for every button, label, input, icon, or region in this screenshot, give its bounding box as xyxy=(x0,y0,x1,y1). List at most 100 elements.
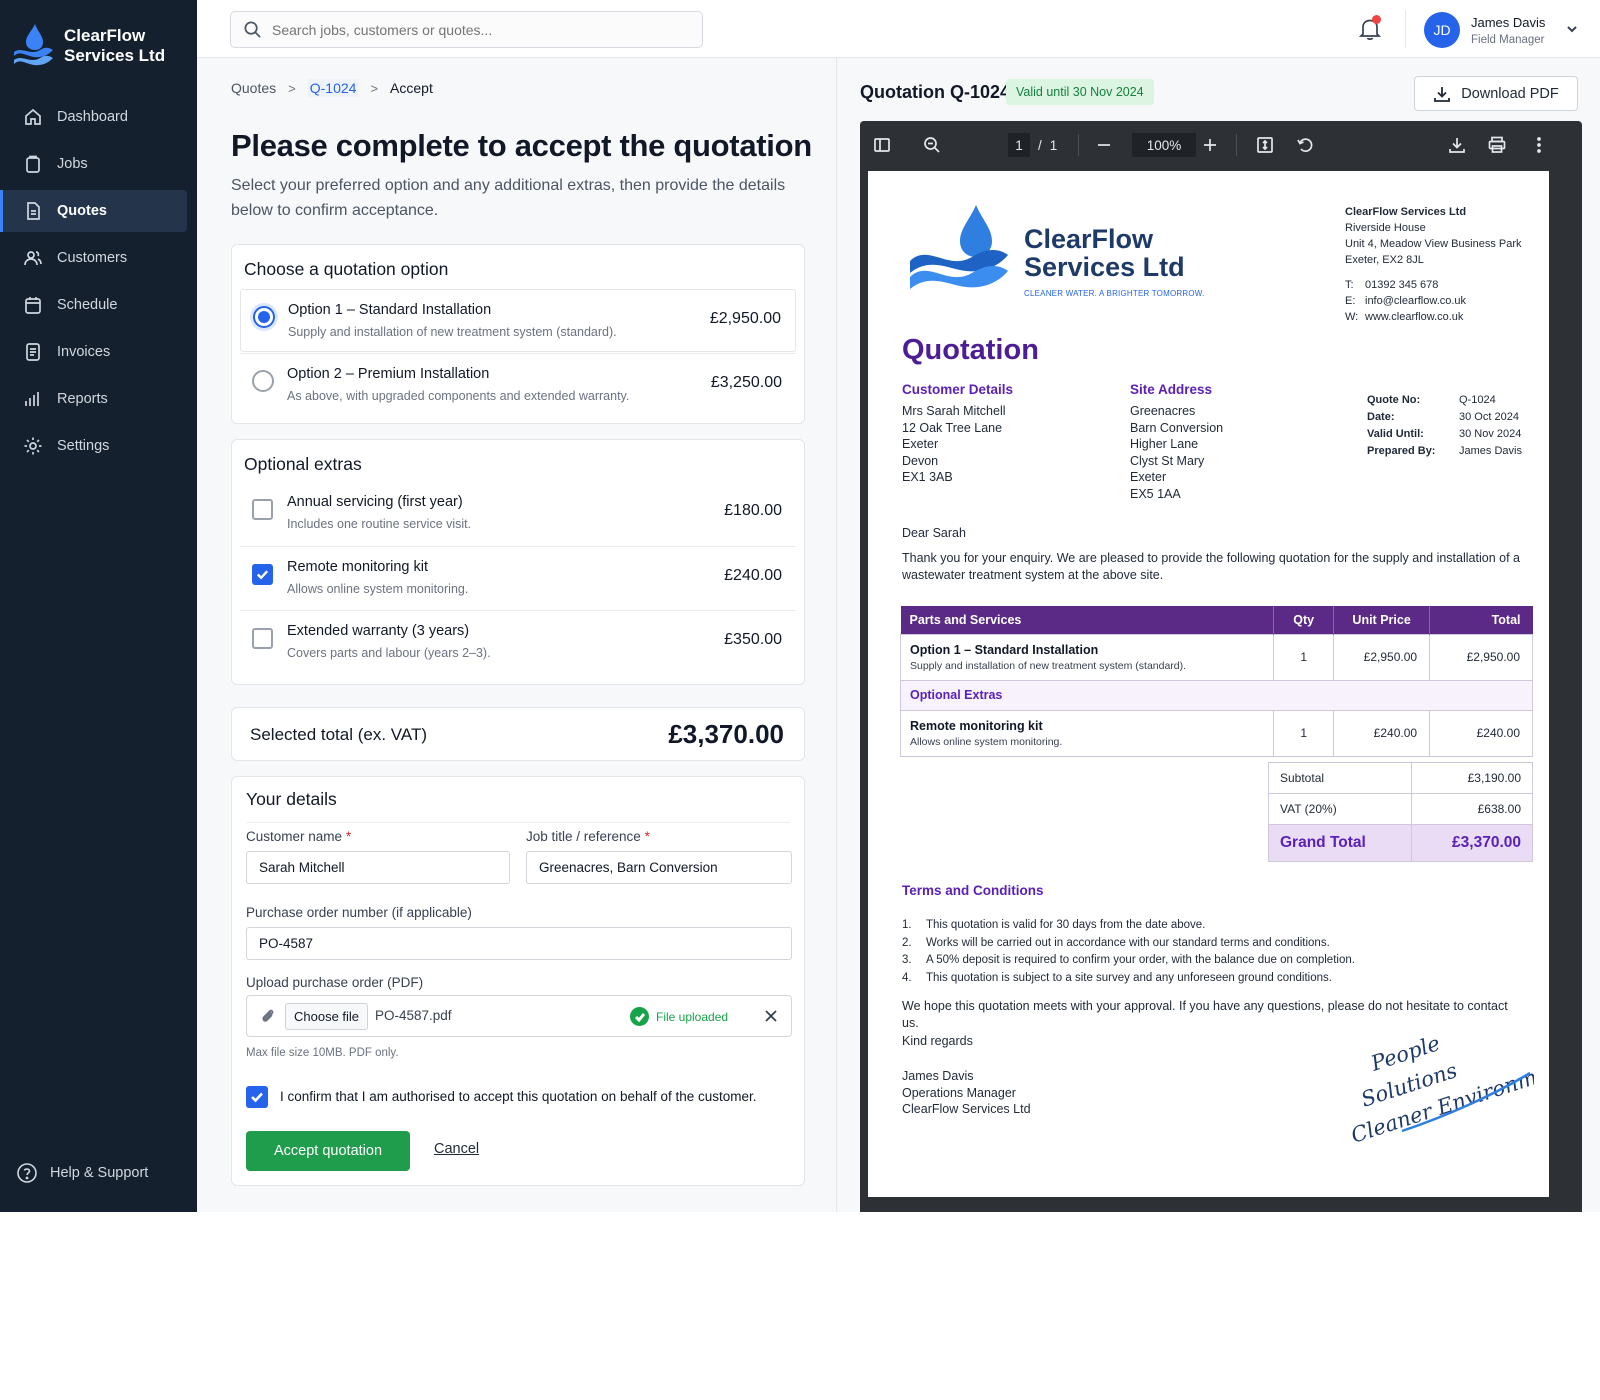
quote-meta: Quote No: Q-1024 Date: 30 Oct 2024 Valid U… xyxy=(1367,392,1522,460)
clipboard-icon xyxy=(23,154,43,174)
address-line: Exeter, EX2 8JL xyxy=(1345,254,1424,266)
breadcrumb-quotes[interactable]: Quotes xyxy=(231,80,276,96)
more-options-icon[interactable] xyxy=(1529,135,1549,155)
col-header: Total xyxy=(1429,606,1533,634)
confirm-authorised-checkbox[interactable] xyxy=(246,1086,268,1108)
breadcrumb-quote-link[interactable]: Q-1024 xyxy=(307,79,359,97)
item-name: Option 1 – Standard Installation xyxy=(910,642,1099,657)
company-logo-icon xyxy=(910,205,1008,289)
option-1-radio[interactable] xyxy=(253,306,275,328)
grand-total-row: Grand Total £3,370.00 xyxy=(1267,824,1533,862)
remove-file-close-icon[interactable] xyxy=(763,1008,779,1024)
extra-name: Annual servicing (first year) xyxy=(287,494,463,510)
site-line: Higher Lane xyxy=(1130,437,1199,451)
help-support-link[interactable]: Help & Support xyxy=(16,1162,148,1184)
page-subtitle: Select your preferred option and any add… xyxy=(231,177,786,219)
cancel-button[interactable]: Cancel xyxy=(434,1141,479,1157)
extra-desc: Allows online system monitoring. xyxy=(287,582,469,596)
parts-services-table: Parts and Services Qty Unit Price Total … xyxy=(899,606,1533,757)
meta-value: 30 Nov 2024 xyxy=(1459,428,1522,440)
rotate-icon[interactable] xyxy=(1295,135,1315,155)
sidebar-item-dashboard[interactable]: Dashboard xyxy=(0,96,187,138)
zoom-level[interactable]: 100% xyxy=(1132,133,1196,157)
brand[interactable]: ClearFlow Services Ltd xyxy=(0,0,197,80)
uploaded-file-name: PO-4587.pdf xyxy=(375,1008,452,1023)
sidebar-item-invoices[interactable]: Invoices xyxy=(0,331,187,373)
sidebar-item-reports[interactable]: Reports xyxy=(0,378,187,420)
search-box[interactable] xyxy=(230,11,703,48)
document-icon xyxy=(23,201,43,221)
extra-row[interactable]: Extended warranty (3 years) Covers parts… xyxy=(240,610,796,673)
sidebar-item-schedule[interactable]: Schedule xyxy=(0,284,187,326)
grand-total-label: Grand Total xyxy=(1267,824,1413,862)
site-line: Clyst St Mary xyxy=(1130,453,1205,468)
sidebar-nav: Dashboard Jobs Quotes Customers Schedule… xyxy=(0,96,197,467)
accept-quotation-button[interactable]: Accept quotation xyxy=(246,1131,410,1171)
vat-label: VAT (20%) xyxy=(1267,793,1413,825)
zoom-out-icon[interactable] xyxy=(1094,135,1114,155)
fit-page-icon[interactable] xyxy=(1255,135,1275,155)
page-number-input[interactable]: 1 xyxy=(1008,133,1030,157)
po-number-label: Purchase order number (if applicable) xyxy=(246,905,472,920)
chevron-down-icon[interactable] xyxy=(1565,22,1579,36)
print-icon[interactable] xyxy=(1487,135,1507,155)
signoff-line: Operations Manager xyxy=(902,1085,1016,1100)
check-circle-icon xyxy=(630,1007,649,1026)
extra-desc: Includes one routine service visit. xyxy=(287,517,472,531)
signoff-line: ClearFlow Services Ltd xyxy=(902,1102,1031,1116)
sidebar-item-jobs[interactable]: Jobs xyxy=(0,143,187,185)
calendar-icon xyxy=(23,295,43,315)
zoom-in-icon[interactable] xyxy=(1200,135,1220,155)
download-pdf-button[interactable]: Download PDF xyxy=(1414,76,1578,111)
chevron-right-icon: > xyxy=(288,80,296,96)
sidebar-item-label: Jobs xyxy=(57,156,88,172)
option-row[interactable]: Option 1 – Standard Installation Supply … xyxy=(240,289,796,352)
notifications-button[interactable] xyxy=(1357,15,1383,42)
pdf-viewer: 1 / 1 100% ClearFlow Services Ltd CLEANE… xyxy=(860,121,1582,1212)
page-indicator: 1 / 1 xyxy=(1008,133,1057,157)
preview-title: Quotation Q-1024 xyxy=(860,82,1011,102)
po-number-field[interactable]: PO-4587 xyxy=(246,927,792,960)
option-row[interactable]: Option 2 – Premium Installation As above… xyxy=(240,353,796,416)
selected-total-card: Selected total (ex. VAT) £3,370.00 xyxy=(231,707,805,761)
item-desc: Supply and installation of new treatment… xyxy=(910,659,1187,672)
extra-row[interactable]: Remote monitoring kit Allows online syst… xyxy=(240,546,796,609)
download-icon[interactable] xyxy=(1447,135,1467,155)
choose-file-button[interactable]: Choose file xyxy=(285,1003,369,1030)
customer-line: Exeter xyxy=(902,437,939,451)
customer-name-field[interactable]: Sarah Mitchell xyxy=(246,851,510,884)
term-number: 4. xyxy=(902,971,912,984)
avatar[interactable]: JD xyxy=(1424,12,1460,48)
sidebar-item-customers[interactable]: Customers xyxy=(0,237,187,279)
job-reference-label-text: Job title / reference xyxy=(526,829,641,844)
sidebar-item-settings[interactable]: Settings xyxy=(0,425,187,467)
term-item: 3. A 50% deposit is required to confirm y… xyxy=(902,952,1355,970)
contact-value[interactable]: info@clearflow.co.uk xyxy=(1365,295,1466,307)
pdf-toolbar: 1 / 1 100% xyxy=(860,121,1582,169)
company-name-line-2: Services Ltd xyxy=(1024,252,1185,282)
company-contact: T: 01392 345 678 E: info@clearflow.co.uk W… xyxy=(1345,277,1466,325)
user-name[interactable]: James Davis xyxy=(1471,15,1545,30)
site-line: Greenacres xyxy=(1130,404,1196,418)
zoom-search-icon[interactable] xyxy=(922,135,942,155)
sidebar-item-label: Dashboard xyxy=(57,109,128,125)
contact-value[interactable]: www.clearflow.co.uk xyxy=(1365,311,1463,323)
job-reference-field[interactable]: Greenacres, Barn Conversion xyxy=(526,851,792,884)
sidebar-item-quotes[interactable]: Quotes xyxy=(0,190,187,232)
extra-remote-monitoring-checkbox[interactable] xyxy=(252,564,273,585)
search-input[interactable] xyxy=(272,21,672,38)
item-unit-price: £2,950.00 xyxy=(1333,633,1431,681)
option-desc: Supply and installation of new treatment… xyxy=(288,325,617,339)
option-name: Option 2 – Premium Installation xyxy=(287,366,490,382)
confirm-authorised-label[interactable]: I confirm that I am authorised to accept… xyxy=(280,1089,757,1104)
handwritten-signature-stamp: People Solutions Cleaner Environments xyxy=(1348,1031,1534,1148)
option-2-radio[interactable] xyxy=(252,370,274,392)
sidebar-toggle-icon[interactable] xyxy=(872,135,892,155)
vat-value: £638.00 xyxy=(1411,793,1533,825)
item-desc: Allows online system monitoring. xyxy=(910,735,1063,748)
subtotal-row: Subtotal £3,190.00 xyxy=(1267,762,1533,794)
extra-row[interactable]: Annual servicing (first year) Includes o… xyxy=(240,482,796,545)
customer-line: Mrs Sarah Mitchell xyxy=(902,404,1006,418)
extra-extended-warranty-checkbox[interactable] xyxy=(252,628,273,649)
extra-annual-servicing-checkbox[interactable] xyxy=(252,499,273,520)
